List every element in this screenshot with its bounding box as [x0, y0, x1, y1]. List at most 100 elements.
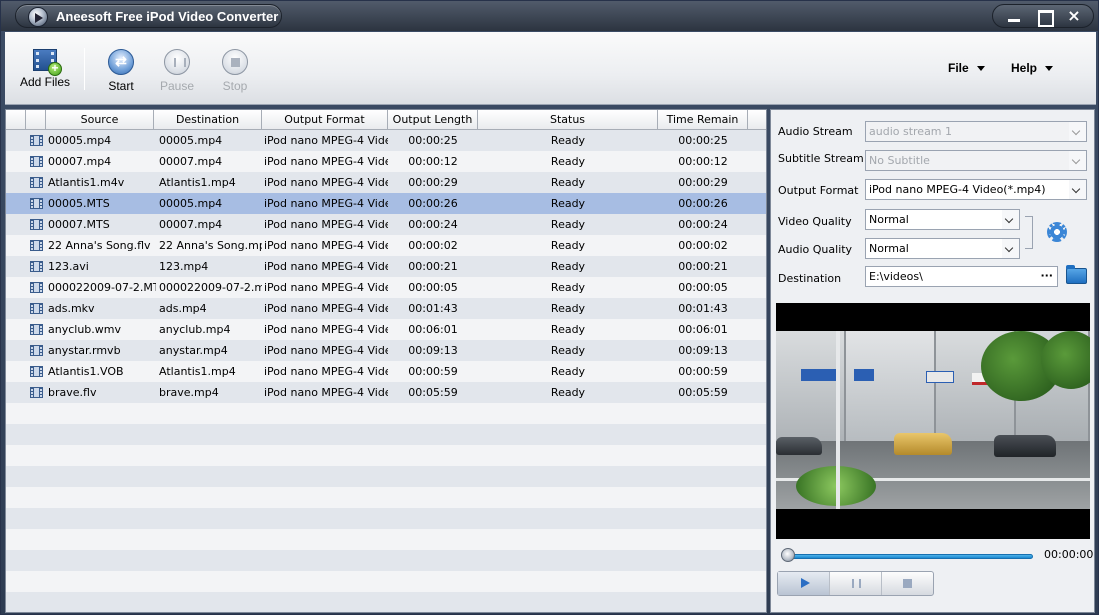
- cell-destination: 00007.mp4: [159, 218, 223, 231]
- header-destination[interactable]: Destination: [154, 110, 262, 130]
- table-row[interactable]: 00007.MTS 00007.mp4 iPod nano MPEG-4 Video…: [6, 214, 766, 235]
- film-icon: [30, 156, 43, 167]
- output-format-select[interactable]: iPod nano MPEG-4 Video(*.mp4): [865, 179, 1087, 200]
- preview-pause-button[interactable]: [830, 572, 882, 595]
- film-icon: [30, 282, 43, 293]
- file-menu[interactable]: File: [948, 61, 985, 75]
- cell-status: Ready: [550, 302, 586, 315]
- pause-icon: [164, 49, 190, 75]
- table-row[interactable]: 22 Anna's Song.flv 22 Anna's Song.mp4 iPod…: [6, 235, 766, 256]
- audio-stream-label: Audio Stream: [778, 125, 853, 138]
- cell-destination: 22 Anna's Song.mp4: [159, 239, 262, 252]
- chevron-down-icon: [1045, 66, 1054, 72]
- film-icon: [30, 219, 43, 230]
- maximize-button[interactable]: [1031, 7, 1057, 27]
- playback-time: 00:00:00: [1044, 548, 1094, 561]
- seek-bar[interactable]: [784, 554, 1033, 559]
- header-output-format[interactable]: Output Format: [262, 110, 388, 130]
- window-title: Aneesoft Free iPod Video Converter: [56, 9, 279, 24]
- gear-icon[interactable]: [1047, 222, 1067, 242]
- convert-start-icon: [108, 49, 134, 75]
- cell-source: anyclub.wmv: [48, 323, 121, 336]
- help-menu-label: Help: [1011, 61, 1038, 75]
- audio-stream-select[interactable]: audio stream 1: [865, 121, 1087, 142]
- chevron-down-icon: [1069, 122, 1086, 141]
- add-files-icon: +: [33, 49, 62, 76]
- cell-remain: 00:00:25: [678, 134, 728, 147]
- film-icon: [30, 324, 43, 335]
- cell-remain: 00:00:29: [678, 176, 728, 189]
- table-row[interactable]: anystar.rmvb anystar.mp4 iPod nano MPEG-4 …: [6, 340, 766, 361]
- table-row[interactable]: Atlantis1.m4v Atlantis1.mp4 iPod nano MPEG…: [6, 172, 766, 193]
- subtitle-stream-select[interactable]: No Subtitle: [865, 150, 1087, 171]
- empty-table-row: [6, 550, 766, 571]
- header-output-length[interactable]: Output Length: [388, 110, 478, 130]
- cell-length: 00:01:43: [408, 302, 458, 315]
- destination-field[interactable]: E:\videos\ ···: [865, 266, 1058, 287]
- cell-remain: 00:00:05: [678, 281, 728, 294]
- stop-icon: [222, 49, 248, 75]
- pause-button[interactable]: Pause: [160, 46, 194, 93]
- preview-car: [994, 435, 1056, 457]
- cell-format: iPod nano MPEG-4 Video(*: [264, 302, 388, 315]
- cell-status: Ready: [550, 176, 586, 189]
- folder-icon[interactable]: [1066, 265, 1087, 284]
- table-row[interactable]: brave.flv brave.mp4 iPod nano MPEG-4 Video…: [6, 382, 766, 403]
- table-row[interactable]: 00007.mp4 00007.mp4 iPod nano MPEG-4 Video…: [6, 151, 766, 172]
- table-row[interactable]: 00005.MTS 00005.mp4 iPod nano MPEG-4 Video…: [6, 193, 766, 214]
- cell-destination: anyclub.mp4: [159, 323, 231, 336]
- browse-dots-button[interactable]: ···: [1040, 266, 1053, 285]
- header-icon-column[interactable]: [26, 110, 46, 130]
- add-files-button[interactable]: + Add Files: [19, 46, 71, 89]
- audio-quality-select[interactable]: Normal: [865, 238, 1020, 259]
- destination-label: Destination: [778, 272, 842, 285]
- header-time-remain[interactable]: Time Remain: [658, 110, 748, 130]
- cell-source: 22 Anna's Song.flv: [48, 239, 151, 252]
- cell-format: iPod nano MPEG-4 Video(*: [264, 386, 388, 399]
- table-row[interactable]: Atlantis1.VOB Atlantis1.mp4 iPod nano MPEG…: [6, 361, 766, 382]
- cell-destination: ads.mp4: [159, 302, 207, 315]
- header-source[interactable]: Source: [46, 110, 154, 130]
- seek-handle[interactable]: [781, 548, 795, 562]
- table-row[interactable]: 000022009-07-2.MTS000022009-07-2.mp4iPod…: [6, 277, 766, 298]
- cell-status: Ready: [550, 386, 586, 399]
- preview-car: [776, 437, 822, 455]
- preview-sign: [854, 369, 874, 381]
- video-quality-select[interactable]: Normal: [865, 209, 1020, 230]
- cell-remain: 00:01:43: [678, 302, 728, 315]
- film-icon: [30, 261, 43, 272]
- cell-status: Ready: [550, 260, 586, 273]
- table-row[interactable]: 00005.mp4 00005.mp4 iPod nano MPEG-4 Video…: [6, 130, 766, 151]
- subtitle-stream-value: No Subtitle: [869, 154, 930, 167]
- cell-remain: 00:00:24: [678, 218, 728, 231]
- empty-table-row: [6, 424, 766, 445]
- cell-status: Ready: [550, 323, 586, 336]
- table-row[interactable]: ads.mkv ads.mp4 iPod nano MPEG-4 Video(* 00…: [6, 298, 766, 319]
- audio-stream-value: audio stream 1: [869, 125, 953, 138]
- cell-length: 00:00:29: [408, 176, 458, 189]
- table-row[interactable]: 123.avi 123.mp4 iPod nano MPEG-4 Video(* 00…: [6, 256, 766, 277]
- preview-sign: [801, 369, 839, 381]
- header-status[interactable]: Status: [478, 110, 658, 130]
- empty-table-row: [6, 403, 766, 424]
- window-controls: ×: [992, 4, 1094, 28]
- cell-destination: anystar.mp4: [159, 344, 228, 357]
- pause-label: Pause: [160, 79, 195, 93]
- cell-format: iPod nano MPEG-4 Video(*: [264, 239, 388, 252]
- preview-stop-button[interactable]: [882, 572, 933, 595]
- preview-pole: [836, 331, 840, 509]
- header-checkbox-column[interactable]: [6, 110, 26, 130]
- close-button[interactable]: ×: [1061, 7, 1087, 25]
- cell-status: Ready: [550, 239, 586, 252]
- cell-source: brave.flv: [48, 386, 97, 399]
- start-button[interactable]: Start: [104, 46, 138, 93]
- cell-remain: 00:00:59: [678, 365, 728, 378]
- video-quality-label: Video Quality: [778, 215, 852, 228]
- table-row[interactable]: anyclub.wmv anyclub.mp4 iPod nano MPEG-4 V…: [6, 319, 766, 340]
- help-menu[interactable]: Help: [1011, 61, 1054, 75]
- empty-table-row: [6, 571, 766, 592]
- minimize-button[interactable]: [1001, 7, 1027, 25]
- cell-status: Ready: [550, 155, 586, 168]
- stop-button[interactable]: Stop: [218, 46, 252, 93]
- play-button[interactable]: [778, 572, 830, 595]
